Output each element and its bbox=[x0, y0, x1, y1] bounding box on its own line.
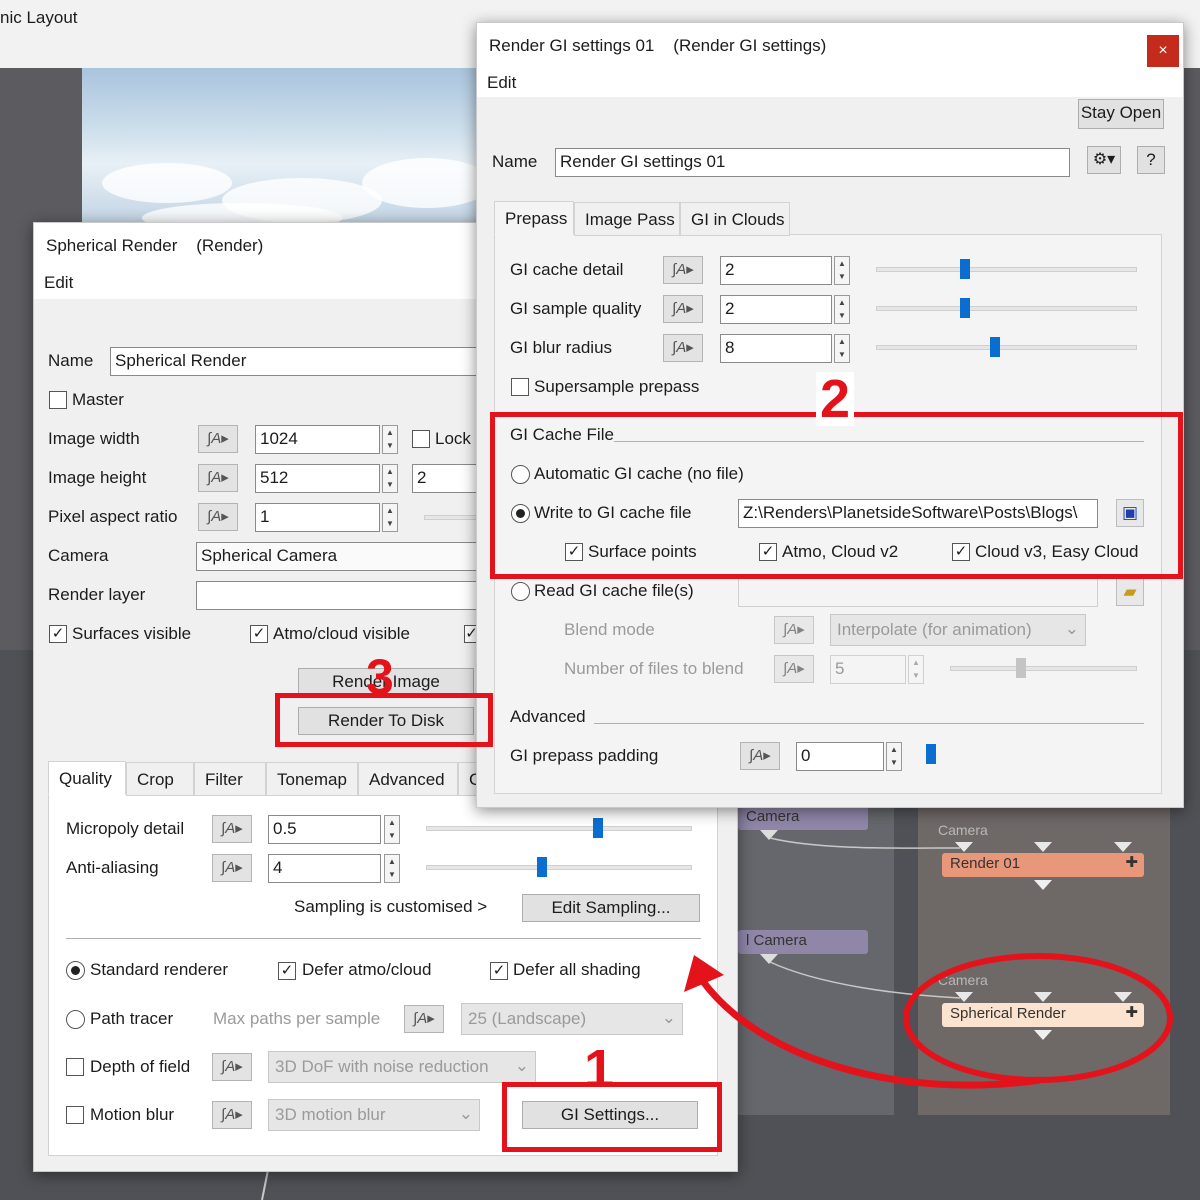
annotation-arrow bbox=[699, 977, 1041, 1089]
step-3-label: 3 bbox=[366, 649, 394, 705]
step-1-label: 1 bbox=[584, 1039, 615, 1099]
annotation-overlay bbox=[684, 953, 1173, 1089]
step-2-label: 2 bbox=[816, 372, 855, 426]
highlight-box-gi-cache-file bbox=[490, 412, 1183, 579]
highlight-ellipse bbox=[903, 953, 1173, 1083]
